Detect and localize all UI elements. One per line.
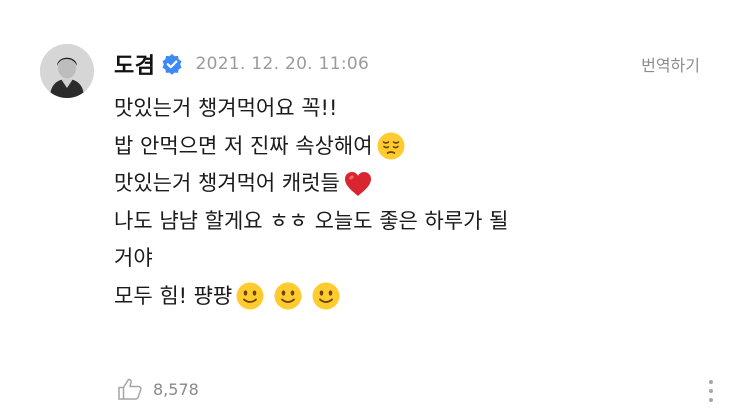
comment-line: 나도 냠냠 할게요 ㅎㅎ 오늘도 좋은 하루가 될 — [114, 203, 634, 241]
comment-header: 도겸 2021. 12. 20. 11:06 — [114, 48, 369, 80]
comment-line: 맛있는거 챙겨먹어요 꼭!! — [114, 90, 634, 128]
comment-line-text: 맛있는거 챙겨먹어 캐럿들 — [114, 171, 340, 195]
comment-line-text: 모두 힘! 퍙퍙 — [114, 283, 233, 308]
comment-line-text: 밥 안먹으면 저 진짜 속상해여 — [114, 133, 373, 158]
avatar[interactable] — [40, 44, 94, 98]
comment-line: 밥 안먹으면 저 진짜 속상해여 — [114, 128, 634, 166]
slightly-smiling-face-emoji — [235, 281, 265, 311]
more-vertical-icon[interactable] — [706, 378, 716, 404]
slightly-smiling-face-emoji — [311, 281, 341, 311]
thumbs-up-icon[interactable] — [117, 377, 143, 401]
pensive-face-emoji — [376, 131, 406, 161]
comment-line: 맛있는거 챙겨먹어 캐럿들 — [114, 165, 634, 203]
author-name[interactable]: 도겸 — [114, 48, 155, 80]
comment-line-text: 나도 냠냠 할게요 ㅎㅎ 오늘도 좋은 하루가 될 — [114, 208, 509, 233]
comment-line: 모두 힘! 퍙퍙 — [114, 278, 634, 316]
slightly-smiling-face-emoji — [273, 281, 303, 311]
comment-line-text: 거야 — [114, 246, 153, 270]
like-count: 8,578 — [153, 379, 199, 399]
comment-footer: 8,578 — [117, 376, 199, 402]
comment-line: 거야 — [114, 240, 634, 278]
comment-body: 맛있는거 챙겨먹어요 꼭!! 밥 안먹으면 저 진짜 속상해여 맛있는거 챙겨먹… — [114, 90, 634, 315]
comment-line-text: 맛있는거 챙겨먹어요 꼭!! — [114, 96, 338, 120]
comment-timestamp: 2021. 12. 20. 11:06 — [195, 54, 370, 74]
verified-badge-icon — [161, 53, 183, 75]
translate-button[interactable]: 번역하기 — [641, 52, 700, 76]
red-heart-emoji — [343, 169, 373, 199]
